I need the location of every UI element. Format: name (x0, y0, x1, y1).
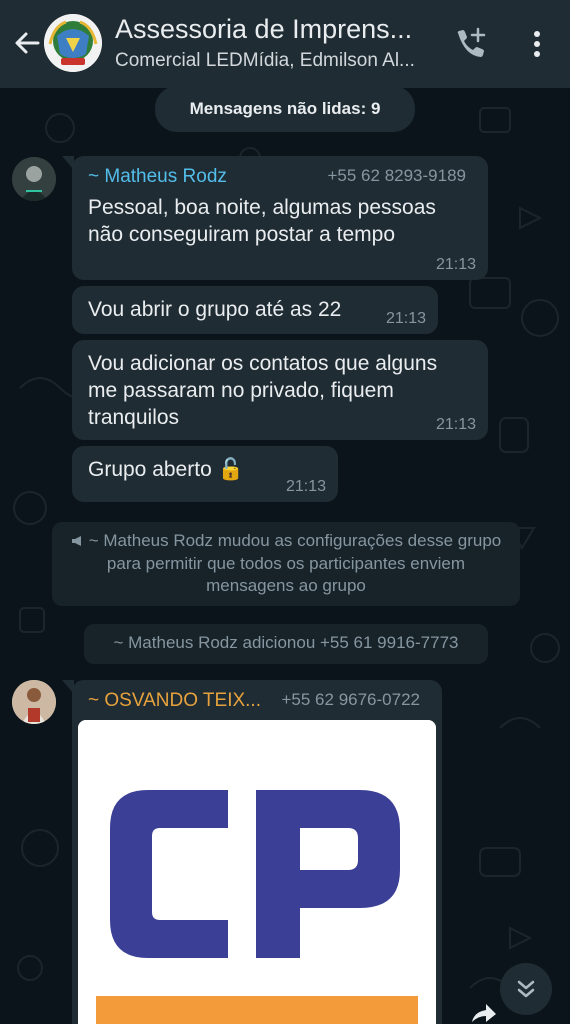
sender-phone: +55 62 9676-0722 (281, 690, 421, 709)
chat-participants[interactable]: Comercial LEDMídia, Edmilson Al... (115, 50, 435, 72)
message-time: 21:13 (385, 310, 426, 327)
menu-button[interactable] (522, 24, 552, 64)
more-vert-icon (534, 31, 540, 57)
message-text: Vou abrir o grupo até as 22 (88, 298, 342, 321)
message-time: 21:13 (435, 256, 476, 273)
add-call-button[interactable] (450, 24, 490, 64)
shared-image[interactable] (78, 720, 436, 1024)
group-avatar[interactable] (44, 14, 102, 72)
message-bubble[interactable]: ~ Matheus Rodz +55 62 8293-9189 Pessoal,… (62, 156, 488, 280)
back-button[interactable] (10, 26, 44, 60)
system-message: ~ Matheus Rodz adicionou +55 61 9916-777… (84, 624, 488, 664)
sender-name[interactable]: ~ OSVANDO TEIX... (88, 690, 261, 712)
system-message-text: ~ Matheus Rodz adicionou +55 61 9916-777… (113, 633, 459, 652)
sender-phone: +55 62 8293-9189 (327, 166, 467, 185)
chat-title[interactable]: Assessoria de Imprens... (115, 14, 435, 45)
double-chevron-down-icon (517, 980, 535, 998)
image-message-bubble[interactable]: ~ OSVANDO TEIX... +55 62 9676-0722 (62, 680, 442, 1024)
message-time: 21:13 (285, 478, 326, 495)
cp-logo-image (78, 720, 436, 1024)
message-bubble[interactable]: Vou adicionar os contatos que alguns me … (72, 340, 488, 440)
message-text: Vou adicionar os contatos que alguns me … (88, 352, 438, 429)
person-avatar-icon (12, 680, 56, 724)
message-bubble[interactable]: Grupo aberto 🔓 21:13 (72, 446, 338, 502)
message-bubble[interactable]: Vou abrir o grupo até as 22 21:13 (72, 286, 438, 334)
group-logo-icon (44, 14, 102, 72)
avatar[interactable] (12, 680, 56, 724)
message-text: Pessoal, boa noite, algumas pessoas não … (88, 196, 436, 246)
person-avatar-icon (12, 157, 56, 201)
arrow-left-icon (15, 32, 40, 54)
forward-icon (472, 1004, 496, 1022)
forward-button[interactable] (466, 1000, 500, 1024)
unread-messages-divider: Mensagens não lidas: 9 (155, 86, 415, 132)
bubble-tail (62, 156, 74, 170)
megaphone-icon (71, 531, 85, 553)
message-time: 21:13 (435, 416, 476, 433)
bubble-tail (62, 680, 74, 694)
system-message: ~ Matheus Rodz mudou as configurações de… (52, 522, 520, 606)
scroll-to-bottom-button[interactable] (500, 963, 552, 1015)
add-call-icon (457, 27, 486, 57)
system-message-text: ~ Matheus Rodz mudou as configurações de… (88, 531, 502, 595)
chat-header: Assessoria de Imprens... Comercial LEDMí… (0, 0, 570, 88)
avatar[interactable] (12, 157, 56, 201)
